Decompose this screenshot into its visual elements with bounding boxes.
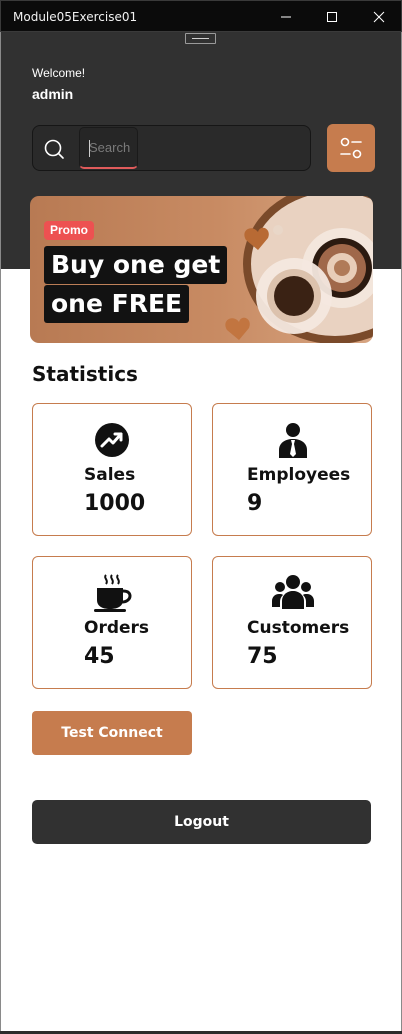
maximize-button[interactable] xyxy=(309,1,355,33)
stat-value: 45 xyxy=(84,644,115,669)
stat-label: Sales xyxy=(84,465,136,485)
promo-banner[interactable]: Promo Buy one get one FREE xyxy=(30,196,373,343)
drag-handle[interactable] xyxy=(185,33,216,44)
welcome-text: Welcome! xyxy=(32,66,86,80)
minimize-icon xyxy=(281,16,291,18)
stat-card-customers: Customers 75 xyxy=(212,556,372,689)
minimize-button[interactable] xyxy=(263,1,309,33)
search-icon xyxy=(44,139,64,159)
stat-card-orders: Orders 45 xyxy=(32,556,192,689)
stat-card-employees: Employees 9 xyxy=(212,403,372,536)
filter-icon xyxy=(340,137,362,159)
logout-button[interactable]: Logout xyxy=(32,800,371,844)
close-icon xyxy=(373,11,385,23)
maximize-icon xyxy=(327,12,337,22)
stat-label: Employees xyxy=(247,465,351,485)
stat-card-sales: Sales 1000 xyxy=(32,403,192,536)
employee-icon xyxy=(279,423,307,458)
statistics-title: Statistics xyxy=(32,362,138,386)
stat-value: 1000 xyxy=(84,491,146,516)
coffee-promo-image xyxy=(225,196,373,343)
stat-label: Orders xyxy=(84,618,150,638)
promo-headline-line2: one FREE xyxy=(44,285,190,323)
test-connect-button[interactable]: Test Connect xyxy=(32,711,192,755)
window-titlebar: Module05Exercise01 xyxy=(0,0,402,32)
search-box xyxy=(32,125,311,171)
stat-value: 9 xyxy=(247,491,263,516)
username-text: admin xyxy=(32,86,74,102)
coffee-cup-icon xyxy=(94,574,132,612)
stat-value: 75 xyxy=(247,644,278,669)
close-button[interactable] xyxy=(356,1,402,33)
users-group-icon xyxy=(272,575,314,609)
text-caret xyxy=(89,140,90,157)
search-input[interactable] xyxy=(79,127,138,169)
filter-button[interactable] xyxy=(327,124,375,172)
stat-label: Customers xyxy=(247,618,350,638)
promo-badge: Promo xyxy=(44,221,95,240)
window-title: Module05Exercise01 xyxy=(13,10,138,24)
promo-headline-line1: Buy one get xyxy=(44,246,228,284)
trending-up-icon xyxy=(95,423,129,457)
